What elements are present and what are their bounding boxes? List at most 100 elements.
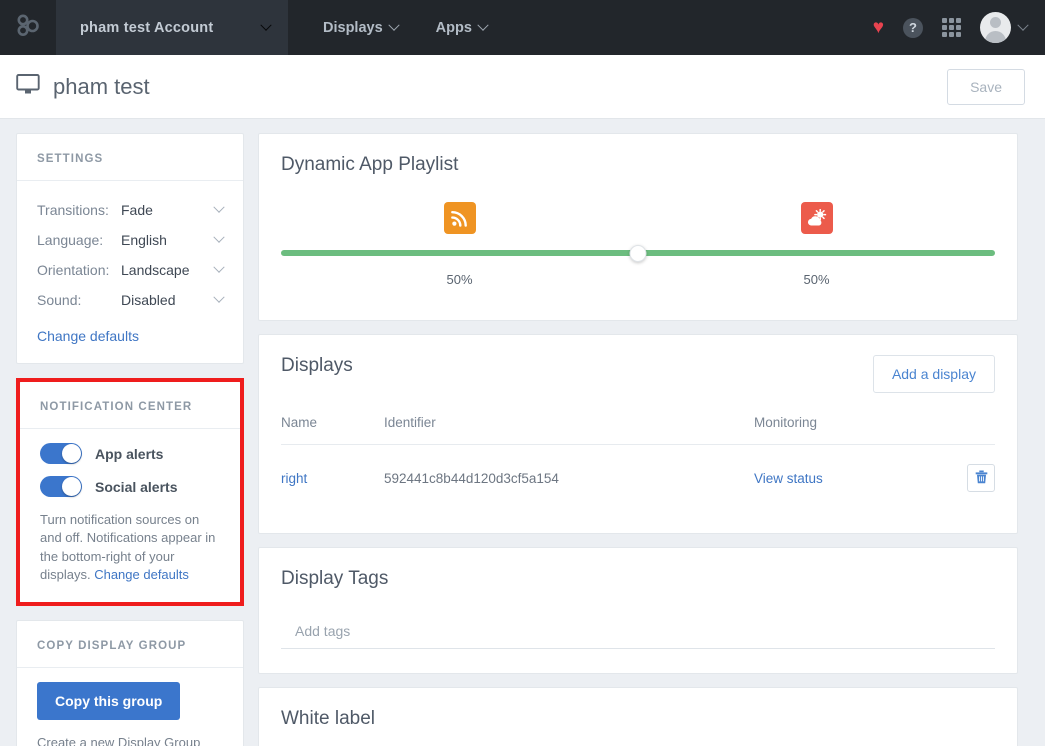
nav-item-apps-label: Apps <box>435 19 472 36</box>
setting-label-sound: Sound: <box>37 292 82 308</box>
displays-card: Displays Add a display Name Identifier M… <box>258 334 1018 534</box>
avatar <box>980 12 1011 43</box>
displays-header: Displays Add a display <box>281 355 995 393</box>
column-header-monitoring: Monitoring <box>754 415 935 445</box>
copy-display-group-heading: COPY DISPLAY GROUP <box>37 639 187 652</box>
notification-center-body: App alerts Social alerts Turn notificati… <box>20 429 240 602</box>
notification-change-defaults-link[interactable]: Change defaults <box>94 567 189 582</box>
toggle-row-app-alerts: App alerts <box>40 443 220 464</box>
settings-change-defaults-link[interactable]: Change defaults <box>37 328 139 344</box>
delete-display-button[interactable] <box>967 464 995 492</box>
chevron-down-icon <box>213 201 225 213</box>
heart-icon[interactable]: ♥ <box>873 18 884 37</box>
top-navigation-bar: pham test Account Displays Apps ♥ ? <box>0 0 1045 55</box>
add-a-display-button[interactable]: Add a display <box>872 355 995 393</box>
settings-heading: SETTINGS <box>37 153 104 165</box>
playlist-percent-rss: 50% <box>446 272 473 287</box>
toggle-social-alerts[interactable] <box>40 476 82 497</box>
setting-label-transitions: Transitions: <box>37 202 109 218</box>
white-label-title: White label <box>281 708 375 729</box>
playlist-percent-weather: 50% <box>803 272 830 287</box>
displays-card-inner: Displays Add a display Name Identifier M… <box>259 335 1017 533</box>
app-logo-button[interactable] <box>0 0 56 55</box>
table-row: right 592441c8b44d120d3cf5a154 View stat… <box>281 445 995 510</box>
playlist-slider[interactable] <box>281 245 995 262</box>
displays-title: Displays <box>281 355 353 376</box>
setting-value-transitions: Fade <box>121 202 153 218</box>
notification-help-text: Turn notification sources on and off. No… <box>40 511 220 585</box>
chevron-down-icon <box>387 19 400 31</box>
page-title-group: pham test <box>16 73 150 100</box>
nav-item-apps[interactable]: Apps <box>435 19 489 36</box>
sidebar: SETTINGS Transitions: Fade Language: Eng… <box>16 133 244 746</box>
toggle-row-social-alerts: Social alerts <box>40 476 220 497</box>
copy-group-description: Create a new Display Group with the same… <box>37 734 201 746</box>
main-column: Dynamic App Playlist 50% 50% Displays Ad… <box>258 133 1018 746</box>
playlist-title: Dynamic App Playlist <box>281 154 459 175</box>
slider-handle[interactable] <box>629 245 647 262</box>
add-tags-input[interactable] <box>281 614 995 649</box>
help-icon[interactable]: ? <box>903 17 923 38</box>
setting-row-sound[interactable]: Sound: Disabled <box>37 285 225 315</box>
display-tags-title: Display Tags <box>281 568 389 589</box>
dynamic-app-playlist-card: Dynamic App Playlist 50% 50% <box>258 133 1018 321</box>
setting-label-orientation: Orientation: <box>37 262 110 278</box>
settings-card-body: Transitions: Fade Language: English Orie… <box>17 181 243 363</box>
toggle-label-app-alerts: App alerts <box>95 445 164 462</box>
white-label-inner: White label Message <box>259 688 1017 746</box>
chevron-down-icon <box>260 19 272 31</box>
setting-row-orientation[interactable]: Orientation: Landscape <box>37 255 225 285</box>
copy-display-group-card: COPY DISPLAY GROUP Copy this group Creat… <box>16 619 244 746</box>
copy-display-group-body: Copy this group Create a new Display Gro… <box>17 668 243 746</box>
account-switcher[interactable]: pham test Account <box>56 0 288 55</box>
chevron-down-icon <box>213 231 225 243</box>
weather-icon[interactable] <box>800 202 833 234</box>
notification-center-card: NOTIFICATION CENTER App alerts Social al… <box>20 382 240 602</box>
setting-value-sound: Disabled <box>121 292 176 308</box>
display-identifier: 592441c8b44d120d3cf5a154 <box>384 470 559 486</box>
setting-row-transitions[interactable]: Transitions: Fade <box>37 195 225 225</box>
column-header-identifier: Identifier <box>384 415 754 445</box>
display-name-link[interactable]: right <box>281 471 307 486</box>
page-header: pham test Save <box>0 55 1045 119</box>
displays-table-header-row: Name Identifier Monitoring <box>281 415 995 445</box>
display-tags-inner: Display Tags <box>259 548 1017 673</box>
playlist-app-icons <box>281 194 995 246</box>
chevron-down-icon <box>213 291 225 303</box>
setting-row-language[interactable]: Language: English <box>37 225 225 255</box>
notification-center-header: NOTIFICATION CENTER <box>20 382 240 429</box>
playlist-percent-labels: 50% 50% <box>281 272 995 294</box>
setting-label-language: Language: <box>37 232 104 248</box>
setting-value-language: English <box>121 232 167 248</box>
column-header-actions <box>935 415 995 445</box>
view-status-link[interactable]: View status <box>754 471 823 486</box>
toggle-label-social-alerts: Social alerts <box>95 478 178 495</box>
setting-value-orientation: Landscape <box>121 262 190 278</box>
page-title: pham test <box>53 73 150 99</box>
white-label-card: White label Message <box>258 687 1018 746</box>
notification-center-heading: NOTIFICATION CENTER <box>40 401 193 413</box>
column-header-name: Name <box>281 415 384 445</box>
user-menu[interactable] <box>980 12 1029 43</box>
apps-grid-icon[interactable] <box>942 18 961 37</box>
settings-card: SETTINGS Transitions: Fade Language: Eng… <box>16 133 244 364</box>
page-content: SETTINGS Transitions: Fade Language: Eng… <box>0 119 1045 746</box>
toggle-app-alerts[interactable] <box>40 443 82 464</box>
trash-icon <box>975 470 988 487</box>
nav-right-actions: ♥ ? <box>873 0 1045 55</box>
display-tags-card: Display Tags <box>258 547 1018 674</box>
nav-item-displays-label: Displays <box>323 19 383 36</box>
chevron-down-icon <box>1017 19 1029 31</box>
playlist-body: Dynamic App Playlist 50% 50% <box>259 134 1017 320</box>
save-button[interactable]: Save <box>947 68 1025 105</box>
copy-this-group-button[interactable]: Copy this group <box>37 681 181 720</box>
primary-nav-links: Displays Apps <box>288 0 489 55</box>
app-logo-icon <box>15 12 41 43</box>
displays-table: Name Identifier Monitoring right 592441c… <box>281 415 995 509</box>
rss-feed-icon[interactable] <box>443 202 476 234</box>
settings-card-header: SETTINGS <box>17 134 243 181</box>
chevron-down-icon <box>477 19 489 31</box>
copy-display-group-header: COPY DISPLAY GROUP <box>17 621 243 668</box>
account-name-label: pham test Account <box>80 19 214 36</box>
nav-item-displays[interactable]: Displays <box>323 19 400 36</box>
